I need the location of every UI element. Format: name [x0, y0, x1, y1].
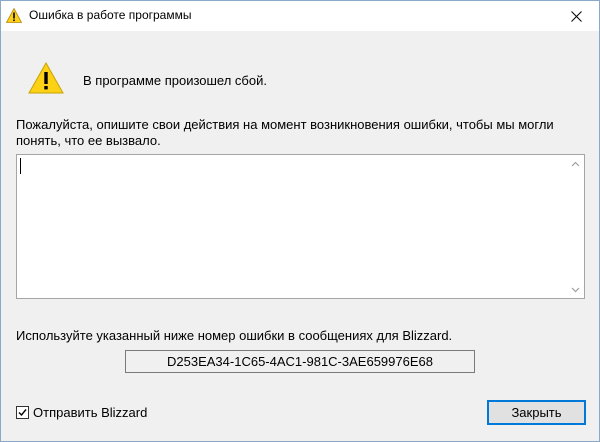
warning-icon — [6, 8, 22, 23]
checkbox-label: Отправить Blizzard — [33, 404, 148, 420]
text-caret — [20, 158, 21, 174]
error-dialog-window: Ошибка в работе программы В программе пр… — [0, 0, 600, 442]
scroll-down-button[interactable] — [567, 281, 584, 298]
close-icon — [570, 10, 582, 22]
send-to-blizzard-checkbox[interactable]: Отправить Blizzard — [16, 404, 147, 420]
scroll-up-button[interactable] — [567, 155, 584, 172]
chevron-down-icon — [571, 287, 580, 292]
title-bar[interactable]: Ошибка в работе программы — [1, 1, 599, 31]
window-close-button[interactable] — [553, 1, 599, 31]
error-code-hint: Используйте указанный ниже номер ошибки … — [16, 328, 453, 343]
description-prompt: Пожалуйста, опишите свои действия на мом… — [16, 117, 554, 148]
error-message: В программе произошел сбой. — [83, 73, 267, 88]
close-button[interactable]: Закрыть — [487, 400, 586, 425]
vertical-scrollbar[interactable] — [567, 155, 584, 298]
warning-icon — [28, 62, 64, 94]
description-textarea[interactable] — [16, 154, 585, 299]
checkbox-box[interactable] — [16, 405, 29, 419]
chevron-up-icon — [571, 161, 580, 166]
error-code-field[interactable]: D253EA34-1C65-4AC1-981C-3AE659976E68 — [125, 350, 475, 373]
checkmark-icon — [18, 408, 27, 416]
window-title: Ошибка в работе программы — [29, 8, 192, 22]
